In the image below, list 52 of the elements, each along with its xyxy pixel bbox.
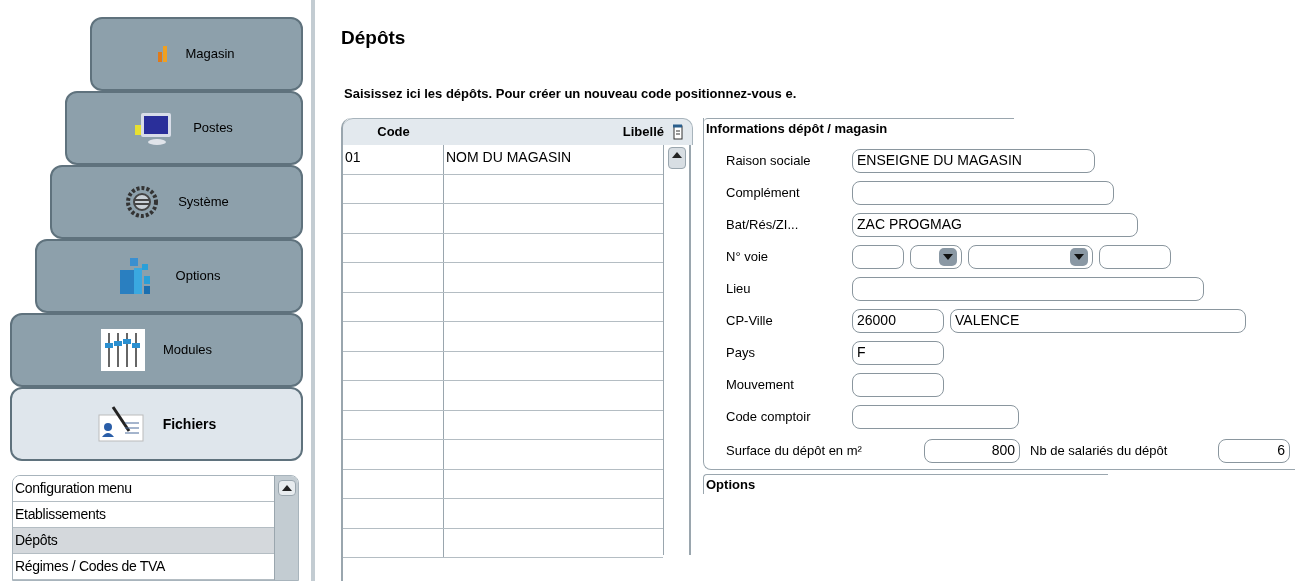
table-cell: 01 — [343, 145, 444, 174]
column-header[interactable]: Code — [343, 122, 444, 142]
section-title: Options — [703, 473, 1108, 494]
input-field[interactable]: 26000 — [852, 308, 944, 333]
dropdown[interactable] — [910, 244, 962, 269]
input-field[interactable] — [852, 276, 1204, 301]
nav-tab[interactable]: Postes — [65, 91, 303, 165]
input-field[interactable]: ZAC PROGMAG — [852, 212, 1138, 237]
sliders-icon — [100, 329, 145, 371]
input-field[interactable]: F — [852, 340, 944, 365]
bar-chart-icon — [158, 46, 168, 62]
field-label: Lieu — [726, 279, 752, 298]
table-cell-text: NOM DU MAGASIN — [445, 148, 573, 167]
nav-tab[interactable]: Fichiers — [10, 387, 303, 461]
input-field[interactable]: VALENCE — [950, 308, 1246, 333]
nav-tab[interactable]: Magasin — [90, 17, 303, 91]
nav-tab[interactable]: Système — [50, 165, 303, 239]
input-field[interactable]: 800 — [924, 438, 1020, 463]
nav-tab[interactable]: Options — [35, 239, 303, 313]
field-label: Raison sociale — [726, 151, 812, 170]
scrollbar[interactable] — [663, 145, 691, 555]
input-field[interactable] — [852, 372, 944, 397]
menu-item[interactable]: Dépôts — [13, 528, 274, 554]
gear-icon — [124, 185, 161, 219]
input-field[interactable]: 6 — [1218, 438, 1290, 463]
column-settings-icon[interactable] — [672, 124, 684, 140]
scroll-up-icon[interactable] — [277, 480, 296, 496]
input-field[interactable] — [852, 404, 1019, 429]
dropdown-arrow-icon — [939, 247, 957, 266]
page-title: Dépôts — [341, 26, 407, 50]
section-title: Informations dépôt / magasin — [704, 118, 1014, 149]
field-label: Surface du dépôt en m² — [726, 441, 863, 460]
field-label: Complément — [726, 183, 801, 202]
scrollbar[interactable] — [274, 476, 298, 580]
dropdown-arrow-icon — [1070, 247, 1088, 266]
column-header[interactable]: Libellé — [444, 122, 672, 142]
nav-tab[interactable]: Modules — [10, 313, 303, 387]
field-label: Pays — [726, 343, 756, 362]
field-label: Mouvement — [726, 375, 795, 394]
field-label: Bat/Rés/ZI... — [726, 215, 800, 234]
scroll-up-icon[interactable] — [667, 147, 686, 169]
field-label: Code comptoir — [726, 407, 812, 426]
input-field[interactable] — [852, 244, 904, 269]
field-label: Nb de salariés du dépôt — [1030, 441, 1169, 460]
field-label: N° voie — [726, 247, 770, 266]
page-subtitle: Saisissez ici les dépôts. Pour créer un nouveau code positionnez-vous e. — [344, 84, 798, 103]
input-field[interactable] — [852, 180, 1114, 205]
input-field[interactable] — [1099, 244, 1171, 269]
menu-item[interactable]: Configuration menu — [13, 476, 274, 502]
id-card-icon — [96, 405, 145, 443]
field-label: CP-Ville — [726, 311, 774, 330]
input-field[interactable]: ENSEIGNE DU MAGASIN — [852, 148, 1095, 173]
